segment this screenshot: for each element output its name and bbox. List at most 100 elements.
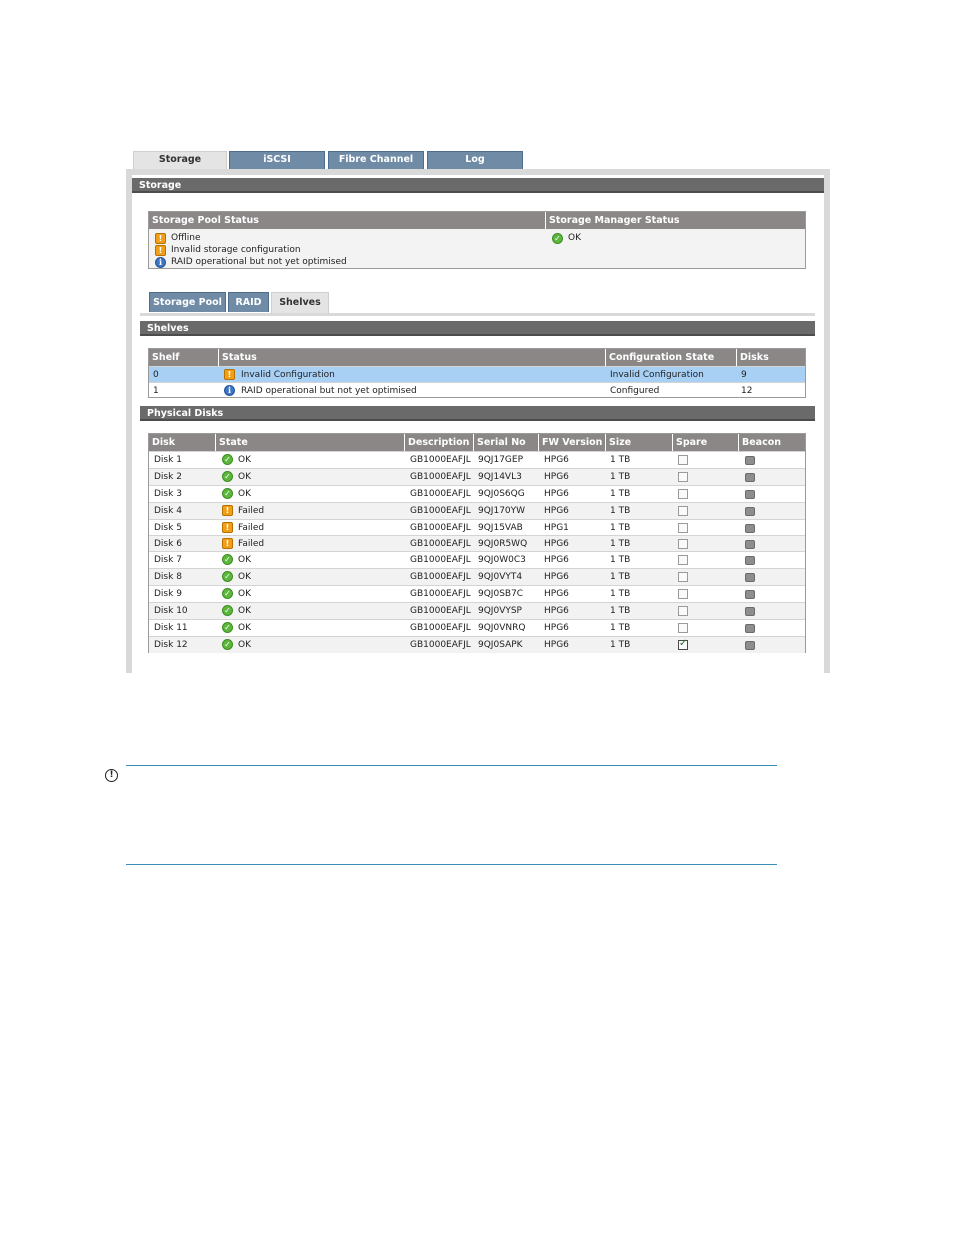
disk-name-cell: Disk 1 [154, 455, 182, 465]
beacon-button[interactable] [745, 540, 755, 549]
disk-serial-cell: 9QJ0R5WQ [478, 539, 528, 549]
disk-serial-cell: 9QJ0W0C3 [478, 555, 526, 565]
table-row[interactable]: 1 i RAID operational but not yet optimis… [149, 382, 805, 399]
table-row[interactable]: Disk 8 ✓ OK GB1000EAFJL 9QJ0VYT4 HPG6 1 TB [149, 568, 805, 585]
spare-checkbox[interactable] [678, 523, 688, 533]
tab-fibre-channel[interactable]: Fibre Channel [328, 151, 424, 169]
beacon-button[interactable] [745, 473, 755, 482]
disk-state-cell: Failed [238, 539, 265, 549]
beacon-button[interactable] [745, 624, 755, 633]
table-row[interactable]: Disk 3 ✓ OK GB1000EAFJL 9QJ0S6QG HPG6 1 TB [149, 485, 805, 502]
disk-description-cell: GB1000EAFJL [410, 623, 471, 633]
spare-checkbox[interactable] [678, 506, 688, 516]
table-row[interactable]: 0 ! Invalid Configuration Invalid Config… [149, 366, 805, 383]
spare-checkbox[interactable] [678, 539, 688, 549]
disk-fw-cell: HPG6 [544, 640, 569, 650]
spare-checkbox[interactable] [678, 589, 688, 599]
physical-disks-section-header: Physical Disks [140, 406, 815, 421]
beacon-button[interactable] [745, 490, 755, 499]
table-row[interactable]: Disk 9 ✓ OK GB1000EAFJL 9QJ0SB7C HPG6 1 TB [149, 585, 805, 602]
ok-check-icon: ✓ [222, 639, 233, 650]
spare-checkbox[interactable] [678, 623, 688, 633]
subtab-storage-pool[interactable]: Storage Pool [149, 292, 226, 312]
pool-status-offline: Offline [171, 233, 201, 243]
disk-name-cell: Disk 10 [154, 606, 188, 616]
status-cell: Invalid Configuration [241, 370, 335, 380]
beacon-button[interactable] [745, 641, 755, 650]
beacon-button[interactable] [745, 456, 755, 465]
warning-icon: ! [222, 505, 233, 516]
tab-log[interactable]: Log [427, 151, 523, 169]
pool-status-header: Storage Pool Status [149, 212, 546, 229]
beacon-button[interactable] [745, 590, 755, 599]
beacon-button[interactable] [745, 573, 755, 582]
subtab-shelves[interactable]: Shelves [271, 292, 329, 313]
table-row[interactable]: Disk 10 ✓ OK GB1000EAFJL 9QJ0VYSP HPG6 1 TB [149, 602, 805, 619]
pool-status-raid: RAID operational but not yet optimised [171, 257, 347, 267]
table-row[interactable]: Disk 7 ✓ OK GB1000EAFJL 9QJ0W0C3 HPG6 1 TB [149, 551, 805, 568]
table-row[interactable]: Disk 4! Failed GB1000EAFJL 9QJ170YW HPG6 1 TB [149, 502, 805, 519]
spare-checkbox[interactable] [678, 472, 688, 482]
table-row[interactable]: Disk 12 ✓ OK GB1000EAFJL 9QJ0SAPK HPG6 1 TB [149, 636, 805, 653]
warning-icon: ! [155, 245, 166, 256]
spare-checkbox[interactable] [678, 489, 688, 499]
spare-checkbox[interactable] [678, 572, 688, 582]
ok-check-icon: ✓ [222, 622, 233, 633]
beacon-button[interactable] [745, 507, 755, 516]
ok-check-icon: ✓ [222, 605, 233, 616]
ok-check-icon: ✓ [222, 488, 233, 499]
table-row[interactable]: Disk 1 ✓ OK GB1000EAFJL 9QJ17GEP HPG6 1 TB [149, 451, 805, 468]
disk-serial-cell: 9QJ0VYT4 [478, 572, 523, 582]
disk-size-cell: 1 TB [610, 623, 631, 633]
subtab-raid[interactable]: RAID [228, 292, 269, 312]
disk-fw-cell: HPG1 [544, 523, 569, 533]
beacon-button[interactable] [745, 556, 755, 565]
disk-size-cell: 1 TB [610, 589, 631, 599]
disk-state-cell: OK [238, 555, 251, 565]
status-box: Storage Pool Status Storage Manager Stat… [148, 211, 806, 269]
disks-cell: 12 [741, 386, 753, 396]
tab-storage[interactable]: Storage [133, 151, 227, 170]
tab-iscsi[interactable]: iSCSI [229, 151, 325, 169]
table-row[interactable]: Disk 5! Failed GB1000EAFJL 9QJ15VAB HPG1 1 TB [149, 519, 805, 536]
config-state-cell: Configured [610, 386, 660, 396]
disk-size-cell: 1 TB [610, 555, 631, 565]
shelves-section-header: Shelves [140, 321, 815, 336]
col-status: Status [219, 349, 606, 366]
col-shelf: Shelf [149, 349, 219, 366]
note-bottom-rule [126, 864, 777, 865]
col-serial-no: Serial No [474, 434, 539, 451]
manager-status-value: OK [568, 233, 581, 243]
beacon-button[interactable] [745, 524, 755, 533]
note-top-rule [126, 765, 777, 766]
ok-check-icon: ✓ [222, 588, 233, 599]
shelf-cell: 0 [153, 370, 159, 380]
disk-fw-cell: HPG6 [544, 572, 569, 582]
disk-serial-cell: 9QJ17GEP [478, 455, 524, 465]
disk-name-cell: Disk 7 [154, 555, 182, 565]
disk-fw-cell: HPG6 [544, 623, 569, 633]
config-state-cell: Invalid Configuration [610, 370, 704, 380]
physical-disks-table: Disk State Description Serial No FW Vers… [148, 433, 806, 653]
disk-size-cell: 1 TB [610, 572, 631, 582]
manager-status-header: Storage Manager Status [546, 212, 805, 229]
disk-state-cell: OK [238, 589, 251, 599]
col-description: Description [405, 434, 474, 451]
spare-checkbox[interactable] [678, 638, 688, 650]
table-row[interactable]: Disk 6! Failed GB1000EAFJL 9QJ0R5WQ HPG6 1 TB [149, 535, 805, 552]
disk-name-cell: Disk 2 [154, 472, 182, 482]
table-row[interactable]: Disk 11 ✓ OK GB1000EAFJL 9QJ0VNRQ HPG6 1 TB [149, 619, 805, 636]
spare-checkbox[interactable] [678, 606, 688, 616]
table-row[interactable]: Disk 2 ✓ OK GB1000EAFJL 9QJ14VL3 HPG6 1 TB [149, 468, 805, 485]
spare-checkbox[interactable] [678, 555, 688, 565]
shelves-table: Shelf Status Configuration State Disks 0… [148, 348, 806, 398]
disk-fw-cell: HPG6 [544, 489, 569, 499]
disk-name-cell: Disk 11 [154, 623, 188, 633]
ok-check-icon: ✓ [222, 571, 233, 582]
disk-description-cell: GB1000EAFJL [410, 506, 471, 516]
spare-checkbox[interactable] [678, 455, 688, 465]
disk-size-cell: 1 TB [610, 640, 631, 650]
beacon-button[interactable] [745, 607, 755, 616]
disk-serial-cell: 9QJ0S6QG [478, 489, 525, 499]
disk-state-cell: OK [238, 623, 251, 633]
